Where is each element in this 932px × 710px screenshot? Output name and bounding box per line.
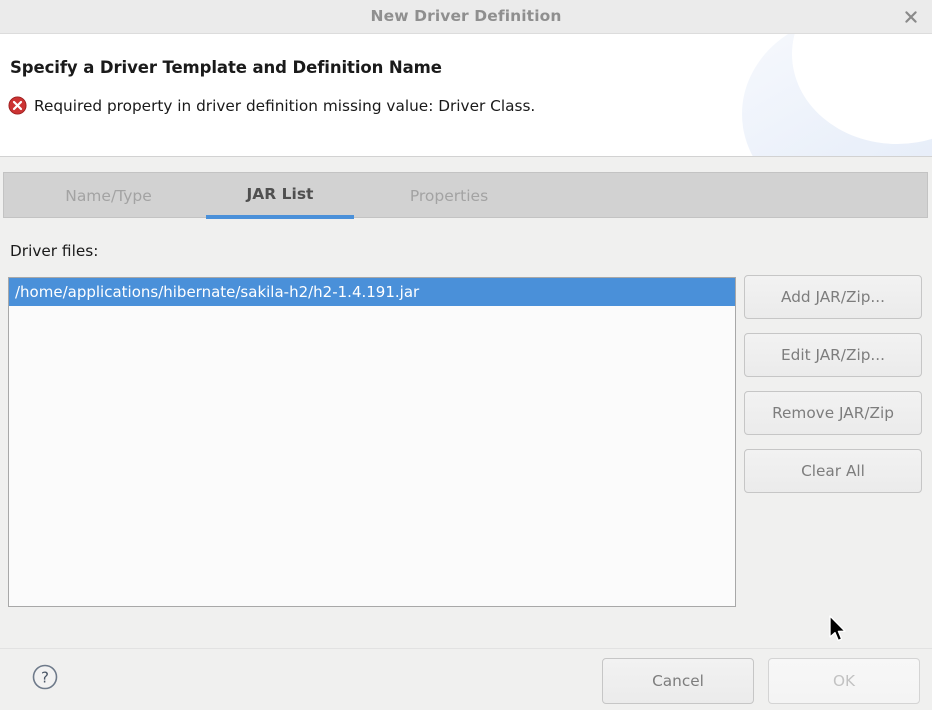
tab-jar-list[interactable]: JAR List bbox=[206, 173, 354, 219]
help-question-icon[interactable]: ? bbox=[30, 662, 60, 692]
mouse-cursor bbox=[829, 615, 846, 642]
svg-text:?: ? bbox=[41, 669, 49, 687]
footer-separator bbox=[0, 648, 932, 649]
cancel-button[interactable]: Cancel bbox=[602, 658, 754, 704]
driver-files-list[interactable]: /home/applications/hibernate/sakila-h2/h… bbox=[8, 277, 736, 607]
error-icon bbox=[8, 96, 27, 115]
jar-actions-group: Add JAR/Zip... Edit JAR/Zip... Remove JA… bbox=[744, 275, 922, 507]
add-jar-zip-button[interactable]: Add JAR/Zip... bbox=[744, 275, 922, 319]
validation-message-row: Required property in driver definition m… bbox=[8, 96, 535, 115]
list-item[interactable]: /home/applications/hibernate/sakila-h2/h… bbox=[9, 278, 735, 306]
driver-files-label: Driver files: bbox=[10, 242, 99, 260]
edit-jar-zip-button[interactable]: Edit JAR/Zip... bbox=[744, 333, 922, 377]
ok-button[interactable]: OK bbox=[768, 658, 920, 704]
window-title-bar: New Driver Definition bbox=[0, 0, 932, 34]
tab-properties[interactable]: Properties bbox=[369, 173, 529, 219]
clear-all-button[interactable]: Clear All bbox=[744, 449, 922, 493]
tab-bar: Name/Type JAR List Properties bbox=[3, 172, 928, 219]
validation-message-text: Required property in driver definition m… bbox=[34, 96, 536, 115]
remove-jar-zip-button[interactable]: Remove JAR/Zip bbox=[744, 391, 922, 435]
page-title: Specify a Driver Template and Definition… bbox=[10, 58, 442, 77]
window-title: New Driver Definition bbox=[370, 7, 562, 25]
tab-name-type[interactable]: Name/Type bbox=[26, 173, 191, 219]
dialog-action-buttons: Cancel OK bbox=[602, 658, 920, 704]
close-icon[interactable] bbox=[898, 4, 924, 30]
dialog-header: Specify a Driver Template and Definition… bbox=[0, 34, 932, 157]
